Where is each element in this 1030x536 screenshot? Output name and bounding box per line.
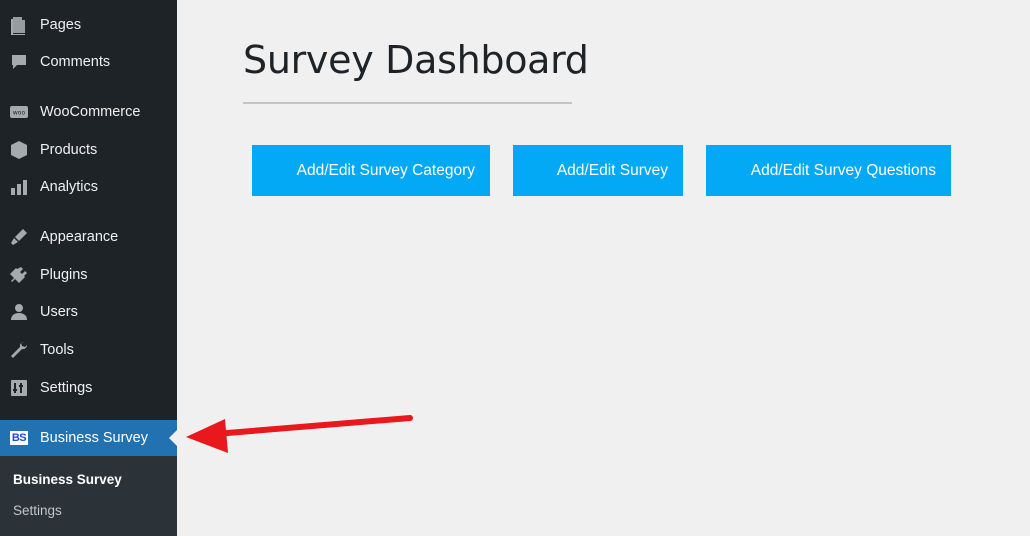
users-icon — [9, 302, 29, 322]
submenu-item-business-survey[interactable]: Business Survey — [13, 472, 122, 487]
title-divider — [243, 102, 572, 104]
analytics-icon — [9, 177, 29, 197]
products-icon — [9, 140, 29, 160]
active-menu-pointer — [169, 430, 177, 446]
add-edit-survey-category-button[interactable]: Add/Edit Survey Category — [252, 145, 490, 196]
sidebar-item-business-survey[interactable]: BS Business Survey — [0, 420, 177, 456]
sidebar-item-tools[interactable]: Tools — [0, 332, 177, 368]
pages-icon — [9, 15, 29, 35]
sidebar-item-comments[interactable]: Comments — [0, 44, 177, 80]
admin-sidebar: Pages Comments woo WooCommerce Products … — [0, 0, 177, 536]
plugins-icon — [9, 265, 29, 285]
sidebar-item-label: Comments — [40, 54, 111, 70]
sidebar-item-label: Tools — [40, 342, 74, 358]
sidebar-item-plugins[interactable]: Plugins — [0, 257, 177, 293]
add-edit-survey-button[interactable]: Add/Edit Survey — [513, 145, 683, 196]
svg-text:woo: woo — [13, 110, 26, 117]
sidebar-item-label: WooCommerce — [40, 104, 141, 120]
sidebar-item-users[interactable]: Users — [0, 294, 177, 330]
sidebar-item-label: Products — [40, 142, 98, 158]
sidebar-item-woocommerce[interactable]: woo WooCommerce — [0, 94, 177, 130]
sidebar-item-label: Settings — [40, 380, 93, 396]
sidebar-item-label: Analytics — [40, 179, 99, 195]
sidebar-item-products[interactable]: Products — [0, 132, 177, 168]
sidebar-item-label: Plugins — [40, 267, 88, 283]
sidebar-item-label: Pages — [40, 17, 82, 33]
comments-icon — [9, 52, 29, 72]
sidebar-item-settings[interactable]: Settings — [0, 370, 177, 406]
submenu-item-settings[interactable]: Settings — [13, 503, 62, 518]
sidebar-item-label: Users — [40, 304, 78, 320]
add-edit-survey-questions-button[interactable]: Add/Edit Survey Questions — [706, 145, 951, 196]
sidebar-item-pages[interactable]: Pages — [0, 7, 177, 43]
page-title: Survey Dashboard — [243, 38, 589, 82]
appearance-icon — [9, 227, 29, 247]
sidebar-item-label: Appearance — [40, 229, 119, 245]
sidebar-item-appearance[interactable]: Appearance — [0, 219, 177, 255]
sidebar-item-label: Business Survey — [40, 430, 148, 446]
sidebar-item-analytics[interactable]: Analytics — [0, 169, 177, 205]
settings-icon — [9, 378, 29, 398]
business-survey-submenu: Business Survey Settings — [0, 456, 177, 536]
tools-icon — [9, 340, 29, 360]
woocommerce-icon: woo — [9, 102, 29, 122]
business-survey-logo-icon: BS — [9, 428, 29, 448]
